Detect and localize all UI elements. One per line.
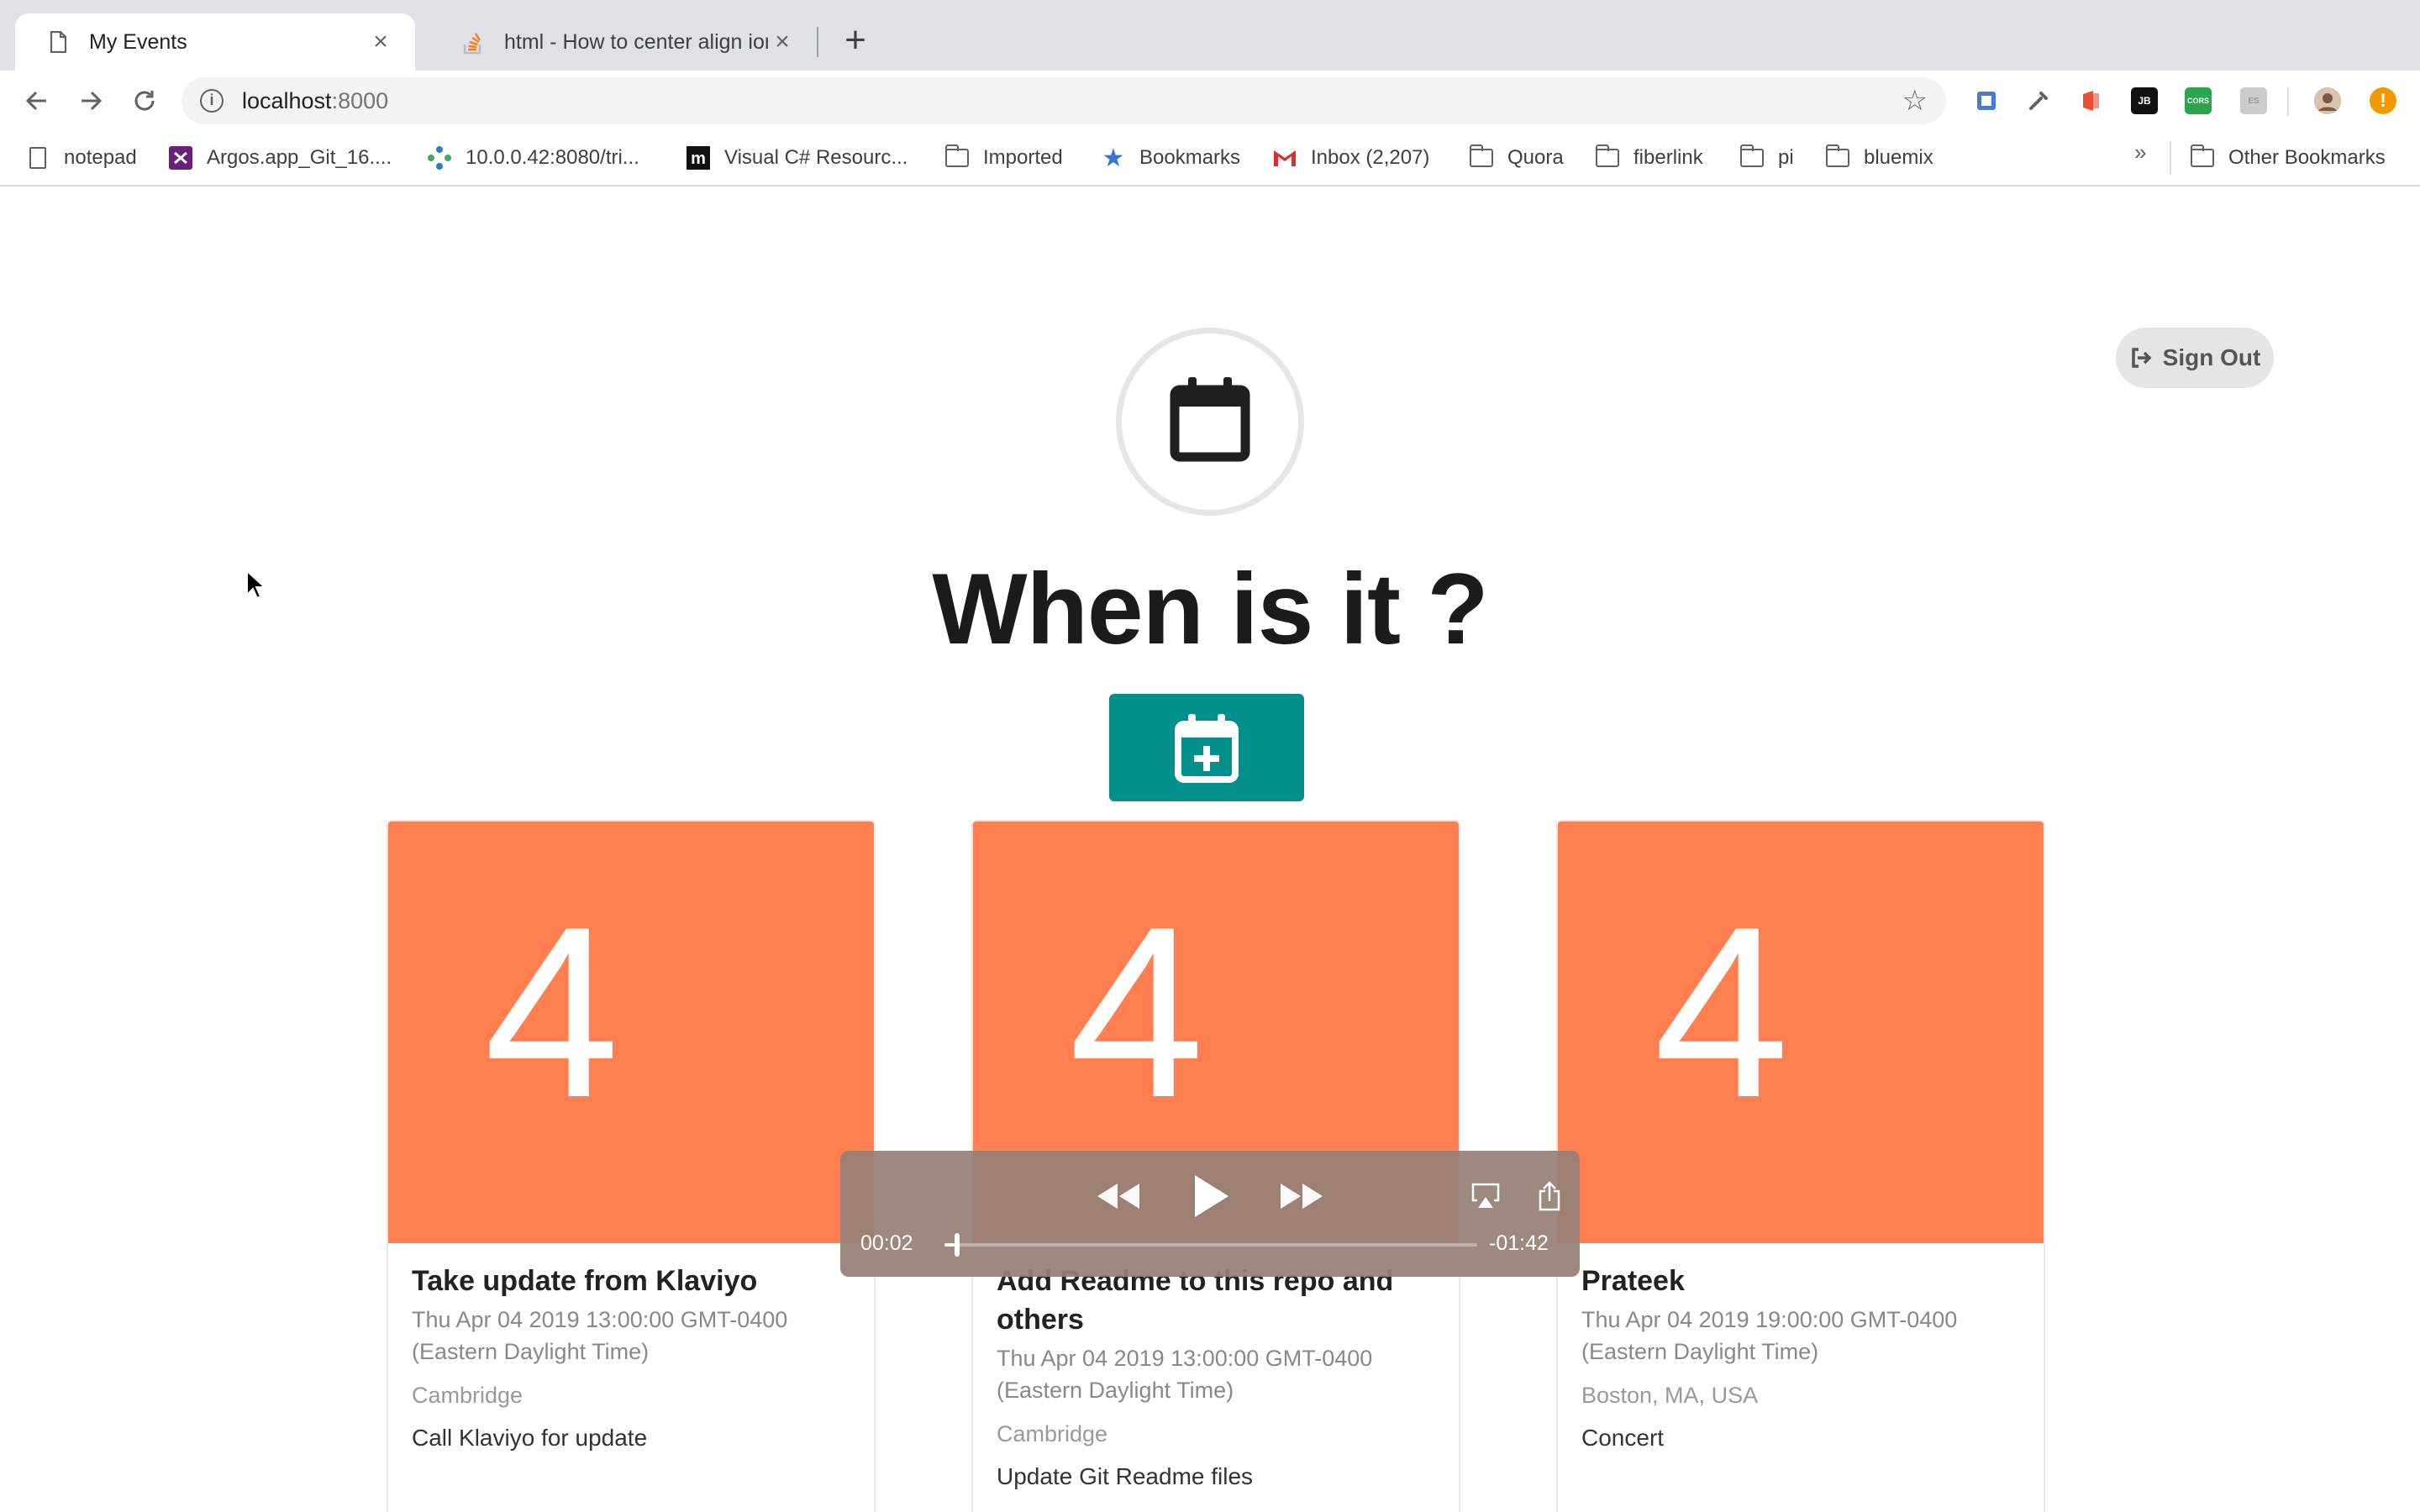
media-player: 00:02 -01:42: [840, 1151, 1580, 1277]
add-event-button[interactable]: [1109, 694, 1304, 801]
event-card[interactable]: 4 Take update from Klaviyo Thu Apr 04 20…: [387, 820, 876, 1512]
svg-text:m: m: [691, 150, 706, 168]
event-location: Boston, MA, USA: [1581, 1383, 1759, 1408]
folder-icon: [2190, 144, 2215, 170]
bookmark-bookmarks[interactable]: ★ Bookmarks: [1101, 139, 1241, 176]
toolbar-divider: [2287, 87, 2289, 116]
fast-forward-icon[interactable]: [1277, 1171, 1328, 1221]
star-icon: ★: [1102, 144, 1125, 172]
eyedropper-icon[interactable]: [2025, 87, 2052, 114]
reload-icon[interactable]: [126, 82, 163, 119]
new-tab-icon[interactable]: +: [834, 22, 877, 62]
event-title: Prateek: [1581, 1265, 1685, 1297]
network-icon: [427, 146, 452, 170]
folder-icon: [1739, 144, 1765, 170]
event-date: Thu Apr 04 2019 19:00:00 GMT-0400 (Easte…: [1581, 1307, 1958, 1364]
rewind-icon[interactable]: [1092, 1171, 1143, 1221]
event-date-tile: 4: [388, 822, 874, 1243]
event-day: 4: [1069, 876, 1205, 1148]
extension-sheets-icon[interactable]: [1973, 87, 2000, 114]
mouse-cursor-icon: [245, 569, 267, 604]
event-day: 4: [1654, 876, 1790, 1148]
event-date: Thu Apr 04 2019 13:00:00 GMT-0400 (Easte…: [412, 1307, 788, 1364]
page-icon: [25, 146, 50, 170]
bookmark-argos[interactable]: Argos.app_Git_16....: [168, 139, 392, 176]
app-logo: [1116, 328, 1304, 516]
bookmark-imported[interactable]: Imported: [944, 139, 1063, 176]
calendar-icon: [1170, 377, 1250, 462]
profile-avatar-icon[interactable]: [2314, 87, 2341, 114]
share-icon[interactable]: [1533, 1171, 1566, 1221]
event-description: Update Git Readme files: [997, 1463, 1254, 1489]
event-card[interactable]: 4 Prateek Thu Apr 04 2019 19:00:00 GMT-0…: [1556, 820, 2045, 1512]
bookmark-other[interactable]: Other Bookmarks: [2190, 139, 2386, 176]
update-alert-icon[interactable]: !: [2370, 87, 2396, 114]
page-icon: [47, 29, 69, 55]
seek-bar[interactable]: [944, 1243, 1477, 1247]
calendar-plus-icon: [1175, 714, 1239, 783]
forward-icon[interactable]: [72, 82, 109, 119]
event-date: Thu Apr 04 2019 13:00:00 GMT-0400 (Easte…: [997, 1346, 1373, 1403]
sign-out-icon: [2129, 346, 2154, 370]
page-title: When is it ?: [932, 553, 1488, 665]
close-tab-icon[interactable]: ×: [768, 28, 797, 56]
site-info-icon[interactable]: i: [200, 89, 224, 113]
extension-cors-icon[interactable]: CORS: [2185, 87, 2212, 114]
folder-icon: [1595, 144, 1620, 170]
bookmark-fiberlink[interactable]: fiberlink: [1595, 139, 1703, 176]
bookmark-notepad[interactable]: notepad: [25, 139, 137, 176]
bookmark-bluemix[interactable]: bluemix: [1825, 139, 1933, 176]
folder-icon: [944, 144, 970, 170]
folder-icon: [1825, 144, 1850, 170]
bookmarks-bar: notepad Argos.app_Git_16.... 10.0.0.42:8…: [0, 131, 2420, 186]
tab-title: html - How to center align ion i: [504, 29, 768, 54]
tab-stackoverflow[interactable]: html - How to center align ion i ×: [430, 13, 817, 71]
play-icon[interactable]: [1185, 1171, 1235, 1221]
extension-jb-icon[interactable]: JB: [2131, 87, 2158, 114]
bookmark-quora[interactable]: Quora: [1469, 139, 1564, 176]
close-tab-icon[interactable]: ×: [366, 28, 395, 56]
address-bar[interactable]: i localhost:8000 ☆: [182, 77, 1946, 124]
elapsed-time: 00:02: [860, 1231, 913, 1255]
event-day: 4: [484, 876, 620, 1148]
bookmark-pi[interactable]: pi: [1739, 139, 1794, 176]
extension-es-icon[interactable]: ES: [2240, 87, 2267, 114]
event-description: Concert: [1581, 1425, 1665, 1451]
stackoverflow-icon: [462, 29, 484, 55]
bookmarks-divider: [2170, 141, 2171, 175]
seek-bar-progress: [944, 1243, 955, 1247]
extension-office-icon[interactable]: [2077, 87, 2104, 114]
gmail-icon: [1272, 146, 1297, 170]
event-title: Take update from Klaviyo: [412, 1265, 758, 1297]
url-text: localhost:8000: [242, 87, 389, 113]
sign-out-button[interactable]: Sign Out: [2116, 328, 2274, 388]
bookmark-visual-csharp[interactable]: m Visual C# Resourc...: [686, 139, 908, 176]
tab-strip: My Events × html - How to center align i…: [0, 0, 2420, 71]
tab-title: My Events: [89, 29, 187, 54]
bookmark-tri[interactable]: 10.0.0.42:8080/tri...: [427, 139, 639, 176]
back-icon[interactable]: [18, 82, 55, 119]
seek-handle[interactable]: [955, 1233, 960, 1257]
airplay-icon[interactable]: [1469, 1171, 1502, 1221]
tab-my-events[interactable]: My Events ×: [15, 13, 415, 71]
browser-toolbar: i localhost:8000 ☆ JB CORS ES !: [0, 71, 2420, 131]
event-date-tile: 4: [1558, 822, 2044, 1243]
remaining-time: -01:42: [1489, 1231, 1549, 1255]
bookmark-star-icon[interactable]: ☆: [1902, 86, 1928, 116]
visual-studio-icon: [168, 146, 193, 170]
bookmarks-overflow-icon[interactable]: »: [2134, 139, 2146, 165]
folder-icon: [1469, 144, 1494, 170]
bookmark-inbox[interactable]: Inbox (2,207): [1272, 139, 1429, 176]
m-logo-icon: m: [686, 146, 711, 170]
event-location: Cambridge: [997, 1421, 1108, 1446]
event-description: Call Klaviyo for update: [412, 1425, 648, 1451]
event-location: Cambridge: [412, 1383, 523, 1408]
tab-separator: [817, 27, 818, 57]
